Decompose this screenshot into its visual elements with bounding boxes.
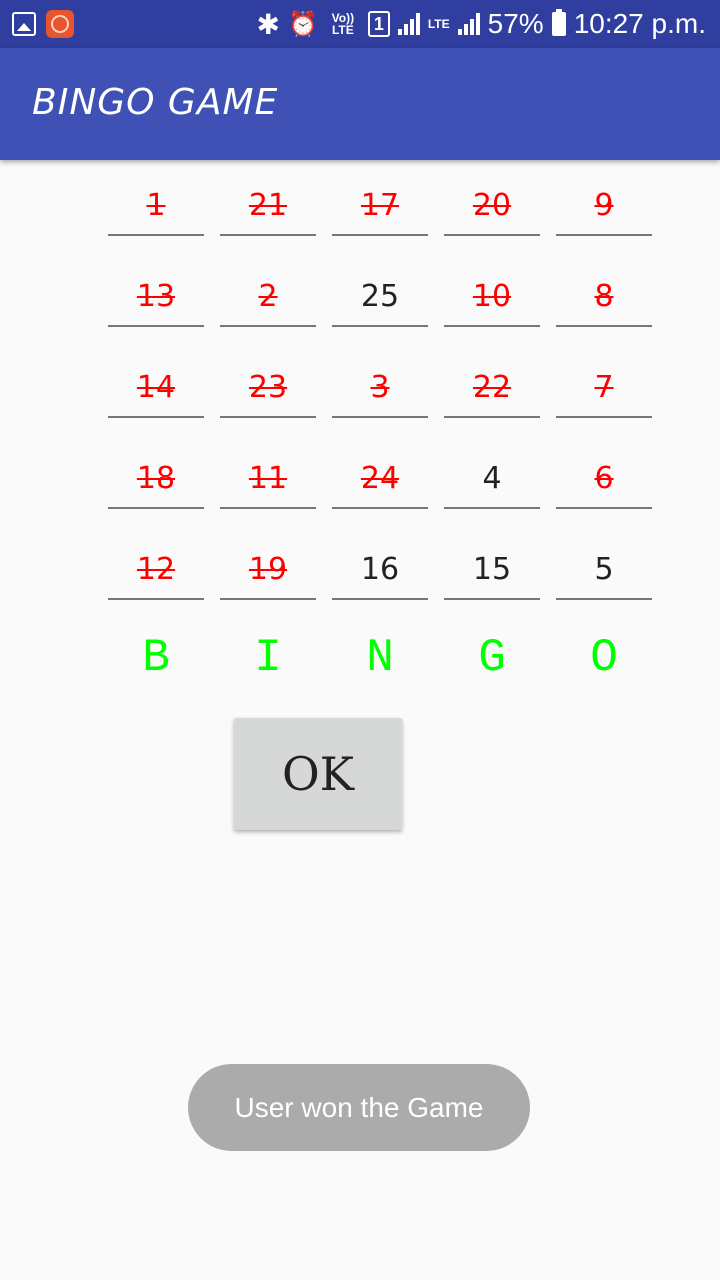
- bingo-cell[interactable]: 15: [444, 540, 540, 600]
- bingo-cell-crossed[interactable]: 18: [108, 449, 204, 509]
- bingo-letter: B: [142, 632, 170, 684]
- image-notification-icon: [12, 12, 36, 36]
- ok-button[interactable]: OK: [234, 718, 402, 830]
- clock: 10:27 p.m.: [573, 8, 706, 39]
- bingo-cell-crossed[interactable]: 7: [556, 358, 652, 418]
- app-title: BINGO GAME: [32, 82, 279, 123]
- bingo-letter: I: [254, 632, 282, 684]
- bingo-cell-crossed[interactable]: 21: [220, 176, 316, 236]
- bingo-cell-crossed[interactable]: 11: [220, 449, 316, 509]
- volte-indicator: Vo)) LTE: [331, 11, 355, 37]
- app-notification-icon: [46, 10, 74, 38]
- battery-icon: [551, 9, 566, 36]
- signal-icon-2: [457, 13, 480, 35]
- bingo-cell-crossed[interactable]: 22: [444, 358, 540, 418]
- status-bar: ✱ ⏰ Vo)) LTE 1 LTE 57% 10:27 p.m.: [0, 0, 720, 48]
- bingo-cell[interactable]: 4: [444, 449, 540, 509]
- bingo-cell-crossed[interactable]: 19: [220, 540, 316, 600]
- lte-indicator: LTE: [427, 17, 450, 31]
- bingo-letter: N: [366, 632, 394, 684]
- bingo-cell[interactable]: 5: [556, 540, 652, 600]
- alarm-icon: ⏰: [287, 10, 318, 38]
- bingo-cell-crossed[interactable]: 2: [220, 267, 316, 327]
- bingo-cell[interactable]: 16: [332, 540, 428, 600]
- toast-message: User won the Game: [188, 1064, 530, 1151]
- bingo-cell-crossed[interactable]: 24: [332, 449, 428, 509]
- bingo-cell-crossed[interactable]: 8: [556, 267, 652, 327]
- bingo-cell-crossed[interactable]: 17: [332, 176, 428, 236]
- bluetooth-icon: ✱: [256, 8, 280, 40]
- battery-percent: 57%: [487, 8, 544, 39]
- bingo-letter: G: [478, 632, 506, 684]
- bingo-cell-crossed[interactable]: 12: [108, 540, 204, 600]
- bingo-cell-crossed[interactable]: 23: [220, 358, 316, 418]
- bingo-cell-crossed[interactable]: 13: [108, 267, 204, 327]
- bingo-letter: O: [590, 632, 618, 684]
- bingo-cell-crossed[interactable]: 6: [556, 449, 652, 509]
- bingo-cell-crossed[interactable]: 20: [444, 176, 540, 236]
- bingo-cell-crossed[interactable]: 3: [332, 358, 428, 418]
- signal-icon: [397, 13, 420, 35]
- bingo-cell-crossed[interactable]: 9: [556, 176, 652, 236]
- sim-indicator: 1: [367, 11, 390, 37]
- app-bar: BINGO GAME: [0, 48, 720, 160]
- bingo-cell-crossed[interactable]: 1: [108, 176, 204, 236]
- bingo-cell-crossed[interactable]: 14: [108, 358, 204, 418]
- bingo-cell-crossed[interactable]: 10: [444, 267, 540, 327]
- bingo-cell[interactable]: 25: [332, 267, 428, 327]
